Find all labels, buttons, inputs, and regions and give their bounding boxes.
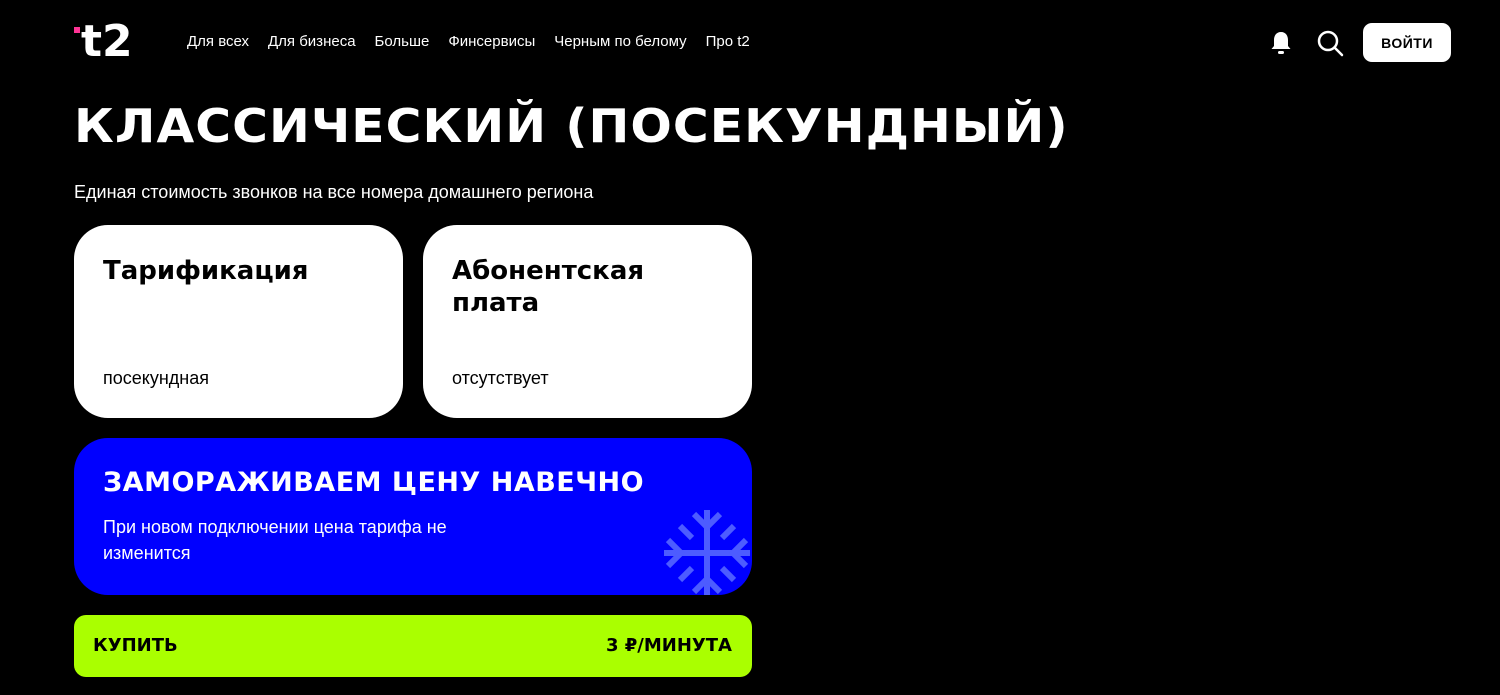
nav-item-business[interactable]: Для бизнеса bbox=[268, 33, 356, 51]
main-nav: Для всех Для бизнеса Больше Финсервисы Ч… bbox=[187, 33, 769, 51]
tariffing-card: Тарификация посекундная bbox=[74, 225, 403, 418]
bell-icon[interactable] bbox=[1269, 30, 1293, 56]
page-title: КЛАССИЧЕСКИЙ (ПОСЕКУНДНЫЙ) bbox=[74, 99, 1069, 153]
search-icon[interactable] bbox=[1316, 29, 1344, 57]
buy-price: 3 ₽/МИНУТА bbox=[605, 635, 732, 656]
login-button[interactable]: ВОЙТИ bbox=[1363, 23, 1451, 62]
card-title: Абонентская плата bbox=[452, 256, 645, 318]
card-value: отсутствует bbox=[452, 368, 549, 388]
header: t2 Для всех Для бизнеса Больше Финсервис… bbox=[0, 0, 1500, 84]
page: t2 Для всех Для бизнеса Больше Финсервис… bbox=[0, 0, 1500, 695]
card-title: Тарификация bbox=[103, 256, 309, 286]
snowflake-icon bbox=[664, 510, 750, 595]
nav-item-black-on-white[interactable]: Черным по белому bbox=[554, 33, 686, 51]
promo-text: При новом подключении цена тарифа не изм… bbox=[103, 517, 447, 563]
nav-item-for-all[interactable]: Для всех bbox=[187, 33, 249, 51]
logo-text: t2 bbox=[81, 16, 133, 66]
buy-button[interactable]: КУПИТЬ 3 ₽/МИНУТА bbox=[74, 615, 752, 677]
subscription-fee-card: Абонентская плата отсутствует bbox=[423, 225, 752, 418]
price-freeze-banner: ЗАМОРАЖИВАЕМ ЦЕНУ НАВЕЧНО При новом подк… bbox=[74, 438, 752, 595]
nav-item-more[interactable]: Больше bbox=[375, 33, 430, 51]
page-subtitle: Единая стоимость звонков на все номера д… bbox=[74, 182, 594, 202]
card-value: посекундная bbox=[103, 368, 209, 388]
buy-label: КУПИТЬ bbox=[93, 635, 178, 656]
t2-logo[interactable]: t2 bbox=[74, 14, 144, 66]
nav-item-about[interactable]: Про t2 bbox=[706, 33, 750, 51]
nav-item-finservices[interactable]: Финсервисы bbox=[448, 33, 535, 51]
promo-title: ЗАМОРАЖИВАЕМ ЦЕНУ НАВЕЧНО bbox=[103, 467, 645, 498]
